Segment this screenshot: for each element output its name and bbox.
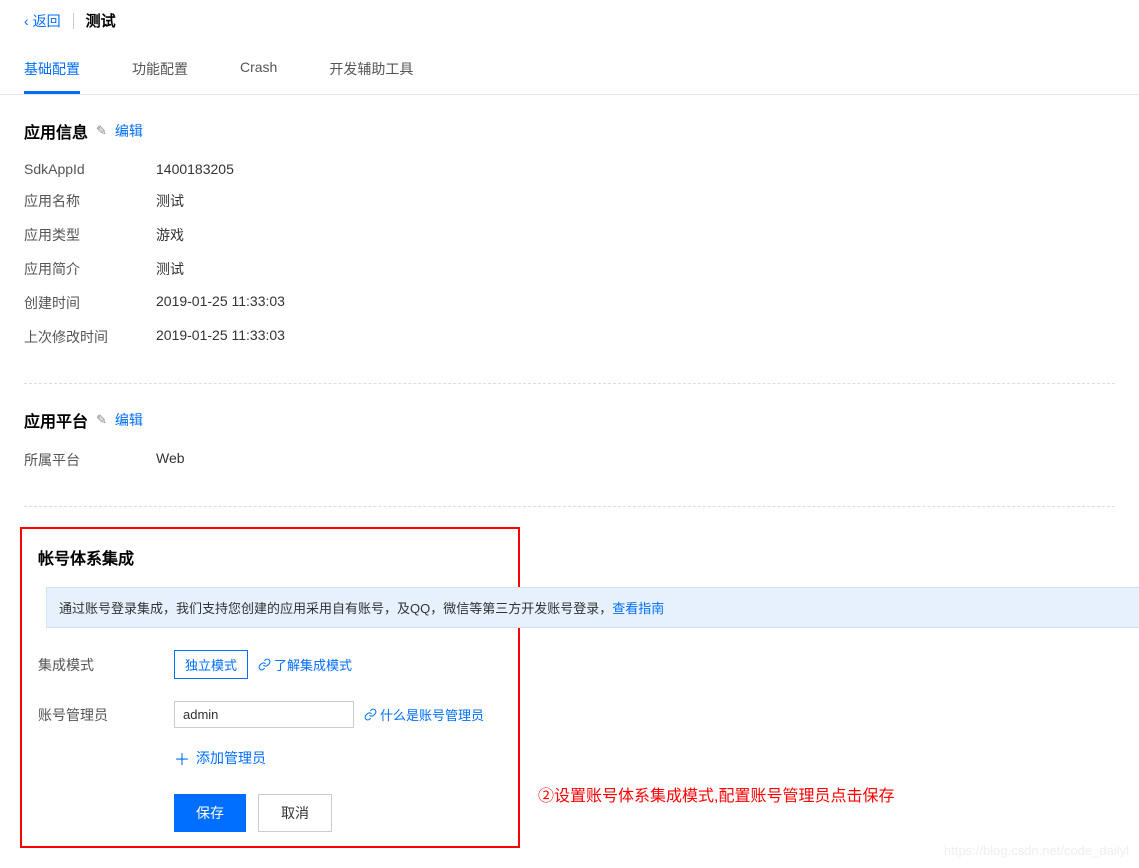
link-icon [364,708,377,721]
back-link[interactable]: ‹ 返回 [24,11,61,31]
button-row: 保存 取消 [22,794,518,832]
link-icon [258,658,271,671]
info-value: 2019-01-25 11:33:03 [156,293,285,313]
info-row-created: 创建时间 2019-01-25 11:33:03 [24,293,1115,313]
watermark: https://blog.csdn.net/code_dailyl [944,843,1129,858]
add-admin-link[interactable]: ＋ 添加管理员 [174,746,266,770]
info-label: 应用简介 [24,259,156,279]
plus-icon: ＋ [174,746,190,770]
info-label: 应用名称 [24,191,156,211]
info-label: 创建时间 [24,293,156,313]
tab-crash[interactable]: Crash [240,51,277,94]
info-label: 所属平台 [24,450,156,470]
page-title: 测试 [86,10,116,31]
app-info-title: 应用信息 [24,119,88,143]
info-row-appname: 应用名称 测试 [24,191,1115,211]
mode-help-link[interactable]: 了解集成模式 [258,655,352,674]
mode-label: 集成模式 [38,655,174,675]
info-label: 应用类型 [24,225,156,245]
app-info-header: 应用信息 ✎ 编辑 [24,119,1115,143]
account-header: 帐号体系集成 [38,545,502,569]
divider [73,13,74,29]
notice-text: 通过账号登录集成，我们支持您创建的应用采用自有账号，及QQ，微信等第三方开发账号… [59,598,612,617]
mode-row: 集成模式 独立模式 了解集成模式 [22,650,518,679]
info-label: SdkAppId [24,161,156,177]
app-info-edit-link[interactable]: 编辑 [115,121,143,141]
info-row-apptype: 应用类型 游戏 [24,225,1115,245]
info-value: 测试 [156,259,184,279]
info-row-platform: 所属平台 Web [24,450,1115,470]
pencil-icon: ✎ [96,412,107,428]
add-admin-row: ＋ 添加管理员 [22,746,518,770]
pencil-icon: ✎ [96,123,107,139]
chevron-left-icon: ‹ [24,13,29,29]
admin-input[interactable] [174,701,354,728]
platform-edit-link[interactable]: 编辑 [115,410,143,430]
tab-basic-config[interactable]: 基础配置 [24,51,80,94]
account-section-highlight: 帐号体系集成 通过账号登录集成，我们支持您创建的应用采用自有账号，及QQ，微信等… [20,527,520,848]
tabs: 基础配置 功能配置 Crash 开发辅助工具 [0,51,1139,95]
info-value: 2019-01-25 11:33:03 [156,327,285,347]
platform-title: 应用平台 [24,408,88,432]
account-section: 帐号体系集成 [22,541,518,569]
info-row-appdesc: 应用简介 测试 [24,259,1115,279]
app-info-section: 应用信息 ✎ 编辑 SdkAppId 1400183205 应用名称 测试 应用… [0,95,1139,347]
mode-option-button[interactable]: 独立模式 [174,650,248,679]
info-row-modified: 上次修改时间 2019-01-25 11:33:03 [24,327,1115,347]
platform-section: 应用平台 ✎ 编辑 所属平台 Web [0,384,1139,470]
header: ‹ 返回 测试 [0,0,1139,43]
admin-row: 账号管理员 什么是账号管理员 [22,701,518,728]
notice-link[interactable]: 查看指南 [612,598,664,617]
info-row-sdkappid: SdkAppId 1400183205 [24,161,1115,177]
tab-feature-config[interactable]: 功能配置 [132,51,188,94]
info-value: Web [156,450,185,470]
save-button[interactable]: 保存 [174,794,246,832]
notice-bar: 通过账号登录集成，我们支持您创建的应用采用自有账号，及QQ，微信等第三方开发账号… [46,587,1139,628]
info-value: 测试 [156,191,184,211]
info-value: 1400183205 [156,161,234,177]
annotation-text: ②设置账号体系集成模式,配置账号管理员点击保存 [538,782,894,806]
admin-label: 账号管理员 [38,705,174,725]
cancel-button[interactable]: 取消 [258,794,332,832]
admin-help-link[interactable]: 什么是账号管理员 [364,705,484,724]
admin-help-text: 什么是账号管理员 [380,705,484,724]
account-title: 帐号体系集成 [38,545,134,569]
back-label: 返回 [33,11,61,31]
platform-header: 应用平台 ✎ 编辑 [24,408,1115,432]
tab-dev-tools[interactable]: 开发辅助工具 [329,51,413,94]
info-value: 游戏 [156,225,184,245]
add-admin-text: 添加管理员 [196,748,266,768]
info-label: 上次修改时间 [24,327,156,347]
mode-help-text: 了解集成模式 [274,655,352,674]
